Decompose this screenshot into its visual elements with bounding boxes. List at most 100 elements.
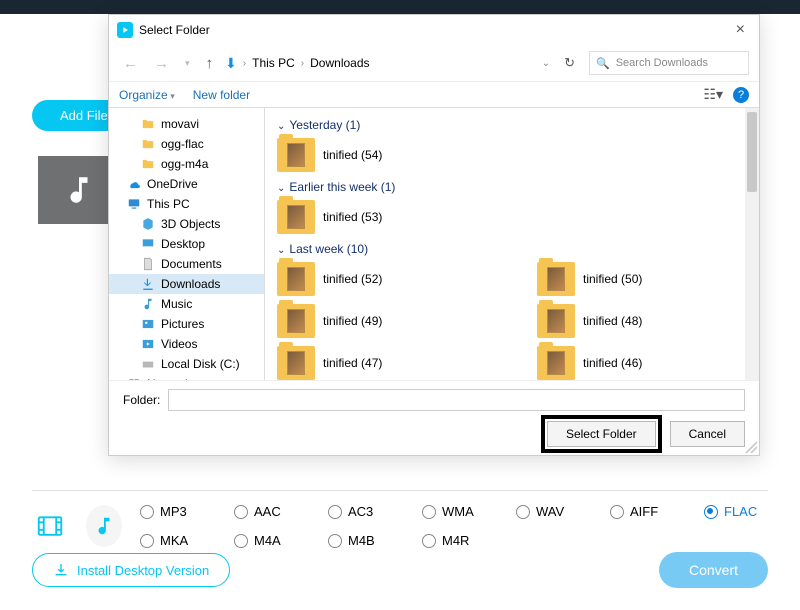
folder-icon [277, 200, 315, 234]
format-radio-aiff[interactable]: AIFF [610, 504, 674, 519]
recent-dropdown[interactable]: ▾ [181, 56, 194, 71]
format-radio-m4b[interactable]: M4B [328, 533, 392, 548]
format-options: MP3 AAC AC3 WMA WAV AIFF FLAC MKA M4A M4B M4R [140, 504, 768, 548]
app-icon [117, 22, 133, 38]
view-options-button[interactable]: ☷▾ [703, 86, 723, 103]
group: ⌄Last week (10) tinified (52) tinified (50… [277, 242, 747, 380]
tree-node-movavi[interactable]: movavi [109, 114, 264, 134]
docs-icon [141, 257, 155, 271]
downloads-icon [141, 277, 155, 291]
tree-node-local-disk-c-[interactable]: Local Disk (C:) [109, 354, 264, 374]
folder-item[interactable]: tinified (53) [277, 200, 477, 234]
download-icon [53, 562, 69, 578]
folder-icon [141, 117, 155, 131]
folder-item[interactable]: tinified (46) [537, 346, 737, 380]
resize-handle[interactable] [745, 441, 757, 453]
forward-button[interactable]: → [150, 53, 173, 74]
divider [32, 490, 768, 491]
dialog-footer: Folder: Select Folder Cancel [109, 380, 759, 455]
folder-item[interactable]: tinified (50) [537, 262, 737, 296]
tree-node-desktop[interactable]: Desktop [109, 234, 264, 254]
breadcrumb-item[interactable]: This PC [252, 56, 295, 70]
chevron-down-icon[interactable]: ⌄ [542, 58, 550, 69]
onedrive-icon [127, 177, 141, 191]
folder-item[interactable]: tinified (47) [277, 346, 477, 380]
audio-icon[interactable] [86, 505, 122, 547]
scrollbar[interactable] [745, 108, 759, 380]
help-icon[interactable]: ? [733, 87, 749, 103]
music-icon [141, 297, 155, 311]
search-input[interactable]: 🔍 Search Downloads [589, 51, 749, 75]
tree-node-ogg-m4a[interactable]: ogg-m4a [109, 154, 264, 174]
select-folder-dialog: Select Folder × ← → ▾ ↑ ⬇ › This PC › Do… [108, 14, 760, 456]
video-icon[interactable] [32, 505, 68, 547]
convert-button[interactable]: Convert [659, 552, 768, 588]
chevron-right-icon: › [301, 58, 304, 69]
folder-icon [141, 157, 155, 171]
new-folder-button[interactable]: New folder [193, 88, 250, 102]
organize-menu[interactable]: Organize [119, 88, 175, 102]
folder-tree[interactable]: movaviogg-flacogg-m4aOneDriveThis PC3D O… [109, 108, 265, 380]
disk-icon [141, 357, 155, 371]
tree-node-documents[interactable]: Documents [109, 254, 264, 274]
search-icon: 🔍 [596, 57, 610, 70]
tree-node-pictures[interactable]: Pictures [109, 314, 264, 334]
breadcrumb-item[interactable]: Downloads [310, 56, 369, 70]
folder-content[interactable]: ⌄Yesterday (1) tinified (54) ⌄Earlier this… [265, 108, 759, 380]
folder-icon [141, 137, 155, 151]
group: ⌄Earlier this week (1) tinified (53) [277, 180, 747, 234]
format-radio-aac[interactable]: AAC [234, 504, 298, 519]
tree-node-music[interactable]: Music [109, 294, 264, 314]
dialog-title: Select Folder [139, 23, 210, 37]
folder-item[interactable]: tinified (48) [537, 304, 737, 338]
breadcrumb[interactable]: ⬇ › This PC › Downloads ⌄ [225, 55, 550, 72]
folder-item[interactable]: tinified (49) [277, 304, 477, 338]
formats-row: MP3 AAC AC3 WMA WAV AIFF FLAC MKA M4A M4B M4R [32, 504, 768, 548]
folder-icon [277, 304, 315, 338]
group-header[interactable]: ⌄Earlier this week (1) [277, 180, 747, 194]
back-button[interactable]: ← [119, 53, 142, 74]
pictures-icon [141, 317, 155, 331]
format-radio-wma[interactable]: WMA [422, 504, 486, 519]
scroll-thumb[interactable] [747, 112, 757, 192]
tree-node-videos[interactable]: Videos [109, 334, 264, 354]
folder-input[interactable] [168, 389, 745, 411]
folder-label: Folder: [123, 393, 160, 407]
select-folder-button[interactable]: Select Folder [547, 421, 656, 447]
format-radio-mka[interactable]: MKA [140, 533, 204, 548]
install-desktop-button[interactable]: Install Desktop Version [32, 553, 230, 587]
folder-icon [277, 138, 315, 172]
chevron-down-icon: ⌄ [277, 245, 285, 256]
format-radio-wav[interactable]: WAV [516, 504, 580, 519]
refresh-button[interactable]: ↻ [558, 53, 581, 73]
folder-icon [537, 262, 575, 296]
format-radio-ac3[interactable]: AC3 [328, 504, 392, 519]
folder-item[interactable]: tinified (52) [277, 262, 477, 296]
desktop-icon [141, 237, 155, 251]
group: ⌄Yesterday (1) tinified (54) [277, 118, 747, 172]
tree-node-onedrive[interactable]: OneDrive [109, 174, 264, 194]
chevron-down-icon: ⌄ [277, 183, 285, 194]
group-header[interactable]: ⌄Last week (10) [277, 242, 747, 256]
up-button[interactable]: ↑ [202, 53, 218, 74]
group-header[interactable]: ⌄Yesterday (1) [277, 118, 747, 132]
app-topbar [0, 0, 800, 14]
format-radio-flac[interactable]: FLAC [704, 504, 768, 519]
format-radio-mp3[interactable]: MP3 [140, 504, 204, 519]
close-icon[interactable]: × [730, 21, 751, 39]
downloads-icon: ⬇ [225, 55, 237, 72]
cancel-button[interactable]: Cancel [670, 421, 745, 447]
3d-icon [141, 217, 155, 231]
format-radio-m4r[interactable]: M4R [422, 533, 486, 548]
tree-node-3d-objects[interactable]: 3D Objects [109, 214, 264, 234]
tree-node-this-pc[interactable]: This PC [109, 194, 264, 214]
folder-item[interactable]: tinified (54) [277, 138, 477, 172]
tree-node-downloads[interactable]: Downloads [109, 274, 264, 294]
tree-node-ogg-flac[interactable]: ogg-flac [109, 134, 264, 154]
dialog-body: movaviogg-flacogg-m4aOneDriveThis PC3D O… [109, 108, 759, 380]
toolbar: Organize New folder ☷▾ ? [109, 82, 759, 108]
folder-icon [537, 304, 575, 338]
videos-icon [141, 337, 155, 351]
nav-row: ← → ▾ ↑ ⬇ › This PC › Downloads ⌄ ↻ 🔍 Se… [109, 45, 759, 82]
format-radio-m4a[interactable]: M4A [234, 533, 298, 548]
